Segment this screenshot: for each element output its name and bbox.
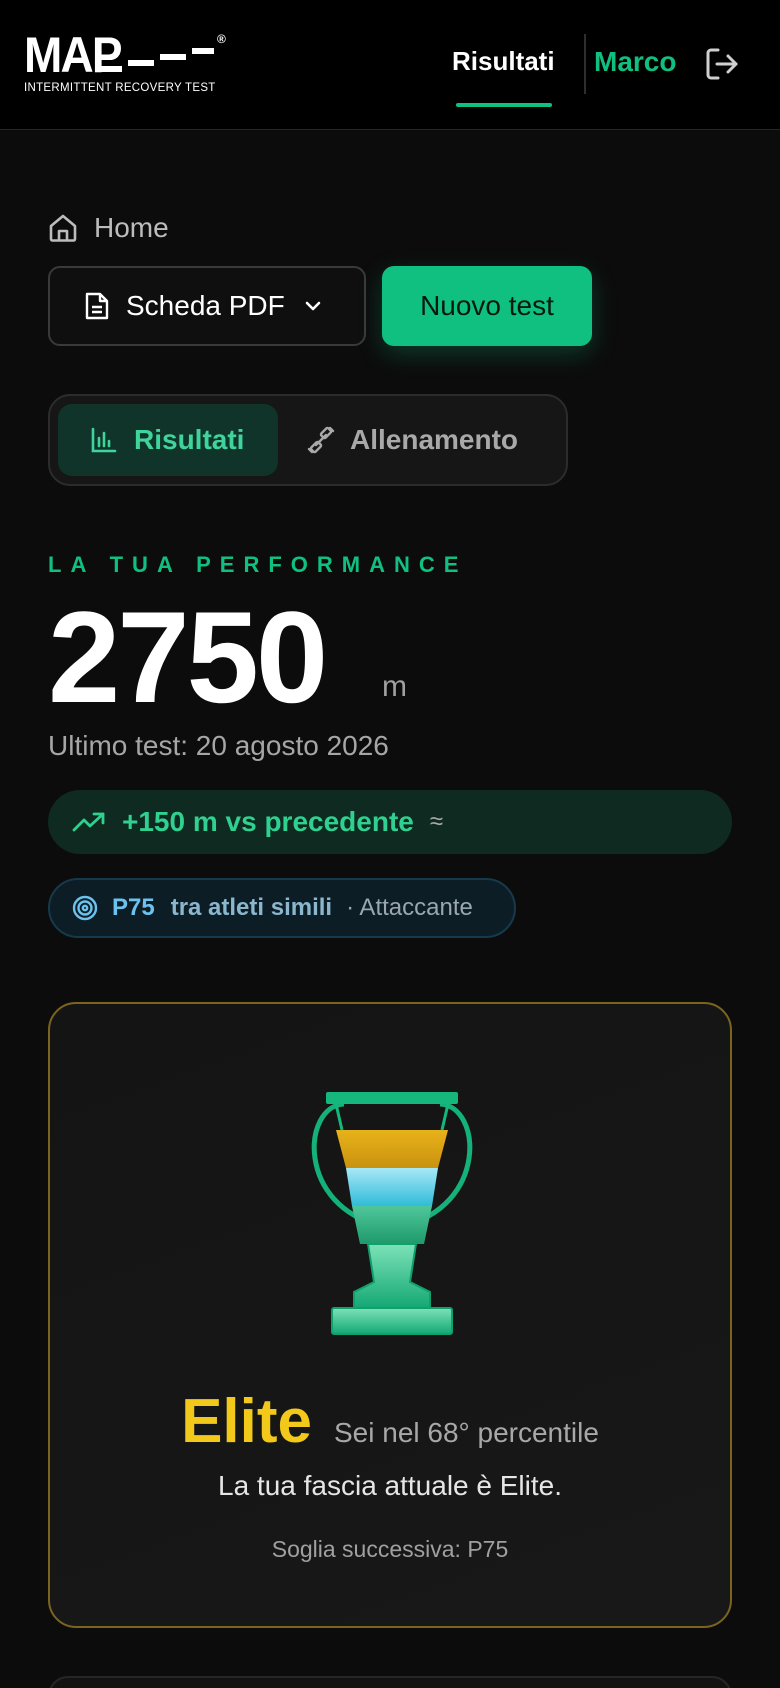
tab-label: Risultati [134,424,245,455]
player-role: · Attaccante [346,894,473,921]
performance-label: LA TUA PERFORMANCE [48,552,468,577]
view-tabs: Risultati Allenamento [48,394,568,486]
tab-allenamento[interactable]: Allenamento [306,404,556,476]
target-icon [72,895,98,921]
pdf-button-label: Scheda PDF [126,290,285,321]
logo-subtitle: INTERMITTENT RECOVERY TEST [24,82,216,94]
nav-active-indicator [456,103,552,107]
breadcrumb-home[interactable]: Home [94,212,169,244]
new-test-button[interactable]: Nuovo test [382,266,592,346]
document-icon [85,292,109,320]
performance-value: 2750 [48,584,328,730]
tier-name: Elite [181,1387,312,1456]
percentile-badge: P75 tra atleti simili · Attaccante [48,878,516,938]
user-name[interactable]: Marco [594,46,676,78]
logout-icon[interactable] [704,46,740,82]
home-icon [49,214,77,242]
nav-divider [584,34,586,94]
top-bar: MAP ® INTERMITTENT RECOVERY TEST Risulta… [0,0,780,130]
logo-steps-graphic [96,48,214,72]
registered-mark: ® [217,32,226,46]
nav-risultati[interactable]: Risultati [452,46,555,77]
tier-card: Elite Sei nel 68° percentile La tua fasci… [48,1002,732,1628]
app-logo[interactable]: MAP ® INTERMITTENT RECOVERY TEST [24,30,234,100]
performance-unit: m [382,670,407,703]
breadcrumb[interactable]: Home [48,212,169,244]
bar-chart-icon [91,427,117,453]
approx-symbol: ≈ [429,808,444,835]
chevron-down-icon [305,301,321,311]
tab-label: Allenamento [350,424,519,455]
delta-badge: +150 m vs precedente ≈ [48,790,732,854]
pdf-dropdown-button[interactable]: Scheda PDF [48,266,366,346]
next-threshold: Soglia successiva: P75 [271,1536,509,1562]
tier-description: La tua fascia attuale è Elite. [218,1470,562,1501]
tier-heading: Elite Sei nel 68° percentile [50,1386,730,1457]
trending-up-icon [72,812,105,832]
percentile-value: P75 [112,894,155,921]
percentile-text: tra atleti simili [170,894,333,921]
last-test-date: Ultimo test: 20 agosto 2026 [48,730,389,761]
next-card [48,1676,732,1688]
tab-risultati[interactable]: Risultati [58,404,278,476]
tier-percentile: Sei nel 68° percentile [334,1417,599,1448]
trophy-icon [311,1092,473,1335]
dumbbell-icon [307,426,335,454]
delta-text: +150 m vs precedente [122,806,414,837]
